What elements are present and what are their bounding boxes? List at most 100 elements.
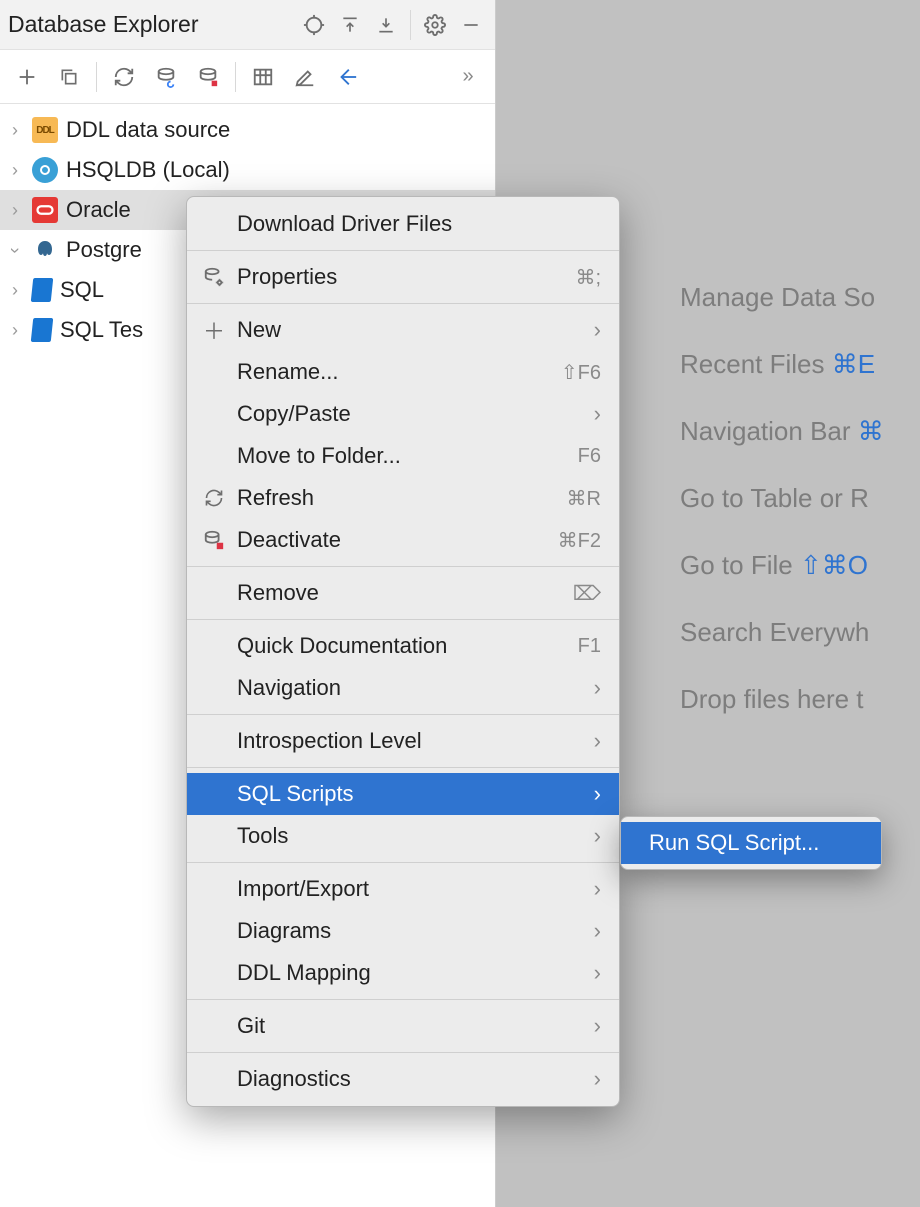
- chevron-down-icon: ›: [5, 241, 26, 259]
- menu-refresh[interactable]: Refresh ⌘R: [187, 477, 619, 519]
- refresh-icon[interactable]: [107, 60, 141, 94]
- separator: [187, 999, 619, 1000]
- separator: [187, 619, 619, 620]
- menu-properties[interactable]: Properties ⌘;: [187, 256, 619, 298]
- menu-diagrams[interactable]: Diagrams ›: [187, 910, 619, 952]
- menu-download-driver[interactable]: Download Driver Files: [187, 203, 619, 245]
- menu-label: Remove: [237, 580, 563, 606]
- expand-all-icon[interactable]: [335, 10, 365, 40]
- tree-label: SQL: [60, 277, 104, 303]
- plus-icon: ＋: [201, 314, 227, 346]
- tree-row-ddl[interactable]: › DDL DDL data source: [0, 110, 495, 150]
- ddl-icon: DDL: [32, 117, 58, 143]
- chevron-right-icon: ›: [586, 675, 601, 701]
- chevron-right-icon: ›: [6, 200, 24, 221]
- chevron-right-icon: ›: [586, 876, 601, 902]
- menu-label: Move to Folder...: [237, 443, 568, 469]
- menu-remove[interactable]: Remove ⌦: [187, 572, 619, 614]
- gear-icon[interactable]: [420, 10, 450, 40]
- copy-icon[interactable]: [52, 60, 86, 94]
- menu-label: Tools: [237, 823, 576, 849]
- menu-label: Deactivate: [237, 527, 548, 553]
- edit-icon[interactable]: [288, 60, 322, 94]
- context-menu: Download Driver Files Properties ⌘; ＋ Ne…: [186, 196, 620, 1107]
- chevron-right-icon: ›: [586, 960, 601, 986]
- panel-title: Database Explorer: [6, 11, 199, 38]
- welcome-hints: Manage Data So Recent Files ⌘E Navigatio…: [680, 282, 884, 715]
- hint-goto-file: Go to File ⇧⌘O: [680, 550, 884, 581]
- tree-label: Oracle: [66, 197, 131, 223]
- chevron-right-icon: ›: [6, 280, 24, 301]
- separator: [187, 303, 619, 304]
- menu-move-to-folder[interactable]: Move to Folder... F6: [187, 435, 619, 477]
- minimize-icon[interactable]: [456, 10, 486, 40]
- collapse-all-icon[interactable]: [371, 10, 401, 40]
- tree-label: SQL Tes: [60, 317, 143, 343]
- target-icon[interactable]: [299, 10, 329, 40]
- separator: [187, 566, 619, 567]
- jump-to-source-icon[interactable]: [330, 60, 364, 94]
- chevron-right-icon: ›: [586, 1066, 601, 1092]
- shortcut: ⌘F2: [558, 528, 601, 553]
- add-icon[interactable]: [10, 60, 44, 94]
- oracle-icon: [32, 197, 58, 223]
- menu-label: Refresh: [237, 485, 557, 511]
- hint-navigation-bar: Navigation Bar ⌘: [680, 416, 884, 447]
- menu-quick-doc[interactable]: Quick Documentation F1: [187, 625, 619, 667]
- table-icon[interactable]: [246, 60, 280, 94]
- shortcut: ⌘R: [567, 486, 601, 511]
- menu-diagnostics[interactable]: Diagnostics ›: [187, 1058, 619, 1100]
- menu-import-export[interactable]: Import/Export ›: [187, 868, 619, 910]
- shortcut: F1: [578, 635, 601, 658]
- chevron-right-icon: ›: [6, 320, 24, 341]
- menu-copy-paste[interactable]: Copy/Paste ›: [187, 393, 619, 435]
- sqlite-icon: [31, 318, 54, 342]
- menu-label: New: [237, 317, 576, 343]
- menu-label: Quick Documentation: [237, 633, 568, 659]
- separator: [187, 862, 619, 863]
- menu-label: Properties: [237, 264, 565, 290]
- db-stop-icon: [201, 529, 227, 551]
- db-refresh-icon[interactable]: [149, 60, 183, 94]
- shortcut: ⇧F6: [561, 360, 601, 385]
- shortcut: ⌦: [573, 581, 601, 606]
- menu-rename[interactable]: Rename... ⇧F6: [187, 351, 619, 393]
- menu-label: Import/Export: [237, 876, 576, 902]
- chevron-right-icon: ›: [586, 918, 601, 944]
- shortcut: ⌘;: [575, 265, 601, 290]
- tree-row-hsqldb[interactable]: › HSQLDB (Local): [0, 150, 495, 190]
- menu-navigation[interactable]: Navigation ›: [187, 667, 619, 709]
- tree-label: HSQLDB (Local): [66, 157, 230, 183]
- hint-recent-files: Recent Files ⌘E: [680, 349, 884, 380]
- hsqldb-icon: [32, 157, 58, 183]
- submenu-run-sql-script[interactable]: Run SQL Script...: [621, 822, 881, 864]
- chevron-right-icon: ›: [6, 160, 24, 181]
- sqlite-icon: [31, 278, 54, 302]
- menu-git[interactable]: Git ›: [187, 1005, 619, 1047]
- chevron-right-icon: ›: [586, 728, 601, 754]
- more-icon[interactable]: »: [451, 60, 485, 94]
- chevron-right-icon: ›: [586, 823, 601, 849]
- chevron-right-icon: ›: [6, 120, 24, 141]
- menu-tools[interactable]: Tools ›: [187, 815, 619, 857]
- tree-label: Postgre: [66, 237, 142, 263]
- menu-label: Git: [237, 1013, 576, 1039]
- hint-search-everywhere: Search Everywh: [680, 617, 884, 648]
- submenu-sql-scripts: Run SQL Script...: [620, 816, 882, 870]
- menu-label: SQL Scripts: [237, 781, 576, 807]
- chevron-right-icon: ›: [586, 317, 601, 343]
- menu-new[interactable]: ＋ New ›: [187, 309, 619, 351]
- menu-label: Navigation: [237, 675, 576, 701]
- chevron-right-icon: ›: [586, 1013, 601, 1039]
- db-stop-icon[interactable]: [191, 60, 225, 94]
- menu-introspection[interactable]: Introspection Level ›: [187, 720, 619, 762]
- menu-label: Download Driver Files: [237, 211, 601, 237]
- menu-label: Run SQL Script...: [635, 830, 863, 856]
- menu-ddl-mapping[interactable]: DDL Mapping ›: [187, 952, 619, 994]
- hint-goto-table: Go to Table or R: [680, 483, 884, 514]
- menu-sql-scripts[interactable]: SQL Scripts ›: [187, 773, 619, 815]
- menu-deactivate[interactable]: Deactivate ⌘F2: [187, 519, 619, 561]
- separator: [187, 1052, 619, 1053]
- refresh-icon: [201, 488, 227, 508]
- tree-label: DDL data source: [66, 117, 230, 143]
